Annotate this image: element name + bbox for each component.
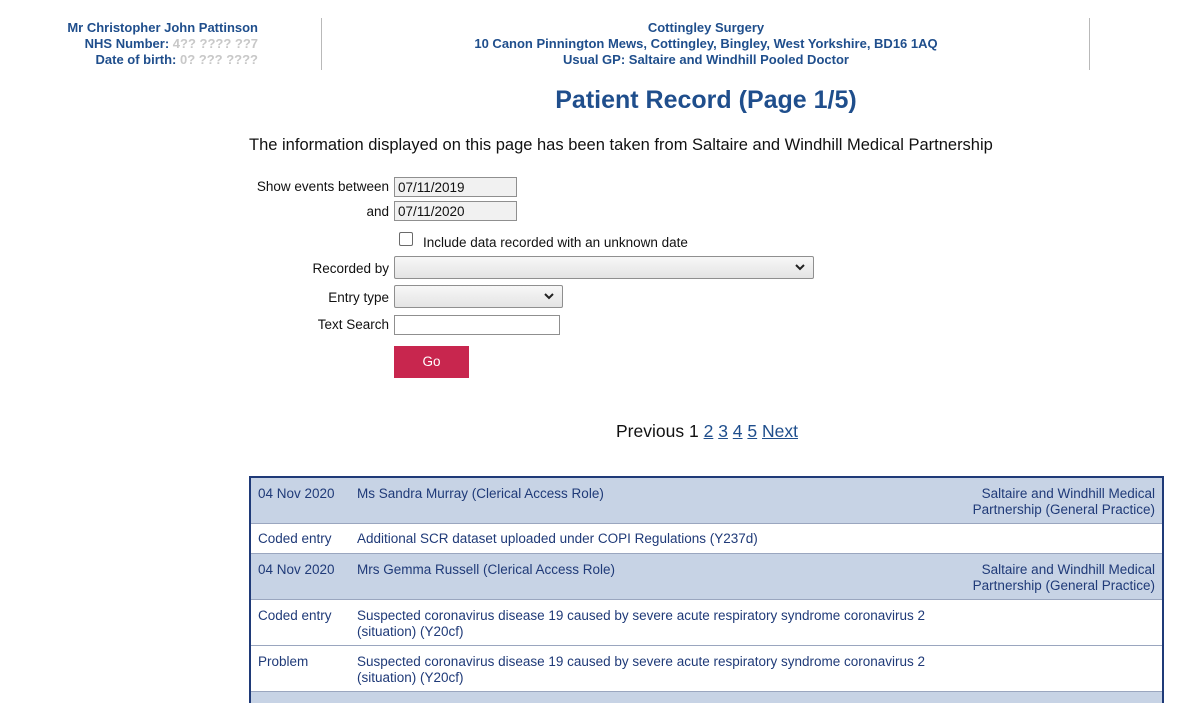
go-button[interactable]: Go: [394, 346, 469, 378]
pagination-page-4[interactable]: 4: [733, 421, 743, 441]
pagination-current: 1: [688, 421, 699, 441]
and-label: and: [366, 204, 389, 219]
pagination-page-5[interactable]: 5: [747, 421, 757, 441]
nhs-number: NHS Number: 4?? ???? ??7: [84, 36, 258, 51]
entry-kind: Coded entry: [258, 608, 332, 623]
pagination-next[interactable]: Next: [762, 421, 798, 441]
dob-redacted: 0? ??? ????: [180, 52, 258, 67]
chevron-down-icon: [794, 261, 806, 276]
table-row: Coded entry Suspected coronavirus diseas…: [251, 600, 1162, 646]
entry-type-select[interactable]: [394, 285, 563, 308]
entry-text: Suspected coronavirus disease 19 caused …: [357, 608, 926, 639]
chevron-down-icon: [543, 290, 555, 305]
page-title: Patient Record (Page 1/5): [555, 86, 857, 114]
nhs-number-redacted: 4?? ???? ??7: [172, 36, 258, 51]
patient-name: Mr Christopher John Pattinson: [67, 20, 258, 35]
table-row-header: 04 Nov 2020 Mrs Gemma Russell (Clerical …: [251, 554, 1162, 600]
pagination-page-2[interactable]: 2: [704, 421, 714, 441]
entry-text: Suspected coronavirus disease 19 caused …: [357, 654, 926, 685]
patient-details: Mr Christopher John Pattinson NHS Number…: [0, 20, 258, 68]
usual-gp: Usual GP: Saltaire and Windhill Pooled D…: [563, 52, 849, 67]
unknown-date-checkbox[interactable]: [399, 232, 413, 246]
pagination: Previous 1 2 3 4 5 Next: [616, 421, 798, 442]
text-search-input[interactable]: [394, 315, 560, 335]
source-info: The information displayed on this page h…: [249, 136, 993, 154]
unknown-date-label: Include data recorded with an unknown da…: [423, 235, 688, 250]
entry-text: Additional SCR dataset uploaded under CO…: [357, 531, 758, 546]
surgery-details: Cottingley Surgery 10 Canon Pinnington M…: [322, 20, 1090, 68]
recorded-by-label: Recorded by: [312, 261, 389, 276]
table-row-header: [251, 692, 1162, 703]
record-date: 04 Nov 2020: [258, 562, 335, 577]
text-search-label: Text Search: [317, 317, 389, 332]
record-organisation: Saltaire and Windhill Medical Partnershi…: [972, 486, 1155, 517]
patient-record-page: Mr Christopher John Pattinson NHS Number…: [0, 0, 1200, 703]
table-row-header: 04 Nov 2020 Ms Sandra Murray (Clerical A…: [251, 478, 1162, 524]
to-date-input[interactable]: [394, 201, 517, 221]
surgery-name: Cottingley Surgery: [647, 20, 765, 35]
pagination-page-3[interactable]: 3: [718, 421, 728, 441]
pagination-previous: Previous: [616, 421, 685, 441]
records-table: 04 Nov 2020 Ms Sandra Murray (Clerical A…: [249, 476, 1164, 703]
record-author: Mrs Gemma Russell (Clerical Access Role): [357, 562, 616, 577]
record-organisation: Saltaire and Windhill Medical Partnershi…: [972, 562, 1155, 593]
record-date: 04 Nov 2020: [258, 486, 335, 501]
header-divider-right: [1089, 18, 1090, 70]
date-of-birth: Date of birth: 0? ??? ????: [95, 52, 259, 67]
surgery-address: 10 Canon Pinnington Mews, Cottingley, Bi…: [474, 36, 938, 51]
record-author: Ms Sandra Murray (Clerical Access Role): [357, 486, 604, 501]
entry-kind: Problem: [258, 654, 309, 669]
show-between-label: Show events between: [256, 179, 389, 194]
entry-type-label: Entry type: [328, 290, 389, 305]
entry-kind: Coded entry: [258, 531, 332, 546]
table-row: Problem Suspected coronavirus disease 19…: [251, 646, 1162, 692]
recorded-by-select[interactable]: [394, 256, 814, 279]
from-date-input[interactable]: [394, 177, 517, 197]
table-row: Coded entry Additional SCR dataset uploa…: [251, 524, 1162, 554]
